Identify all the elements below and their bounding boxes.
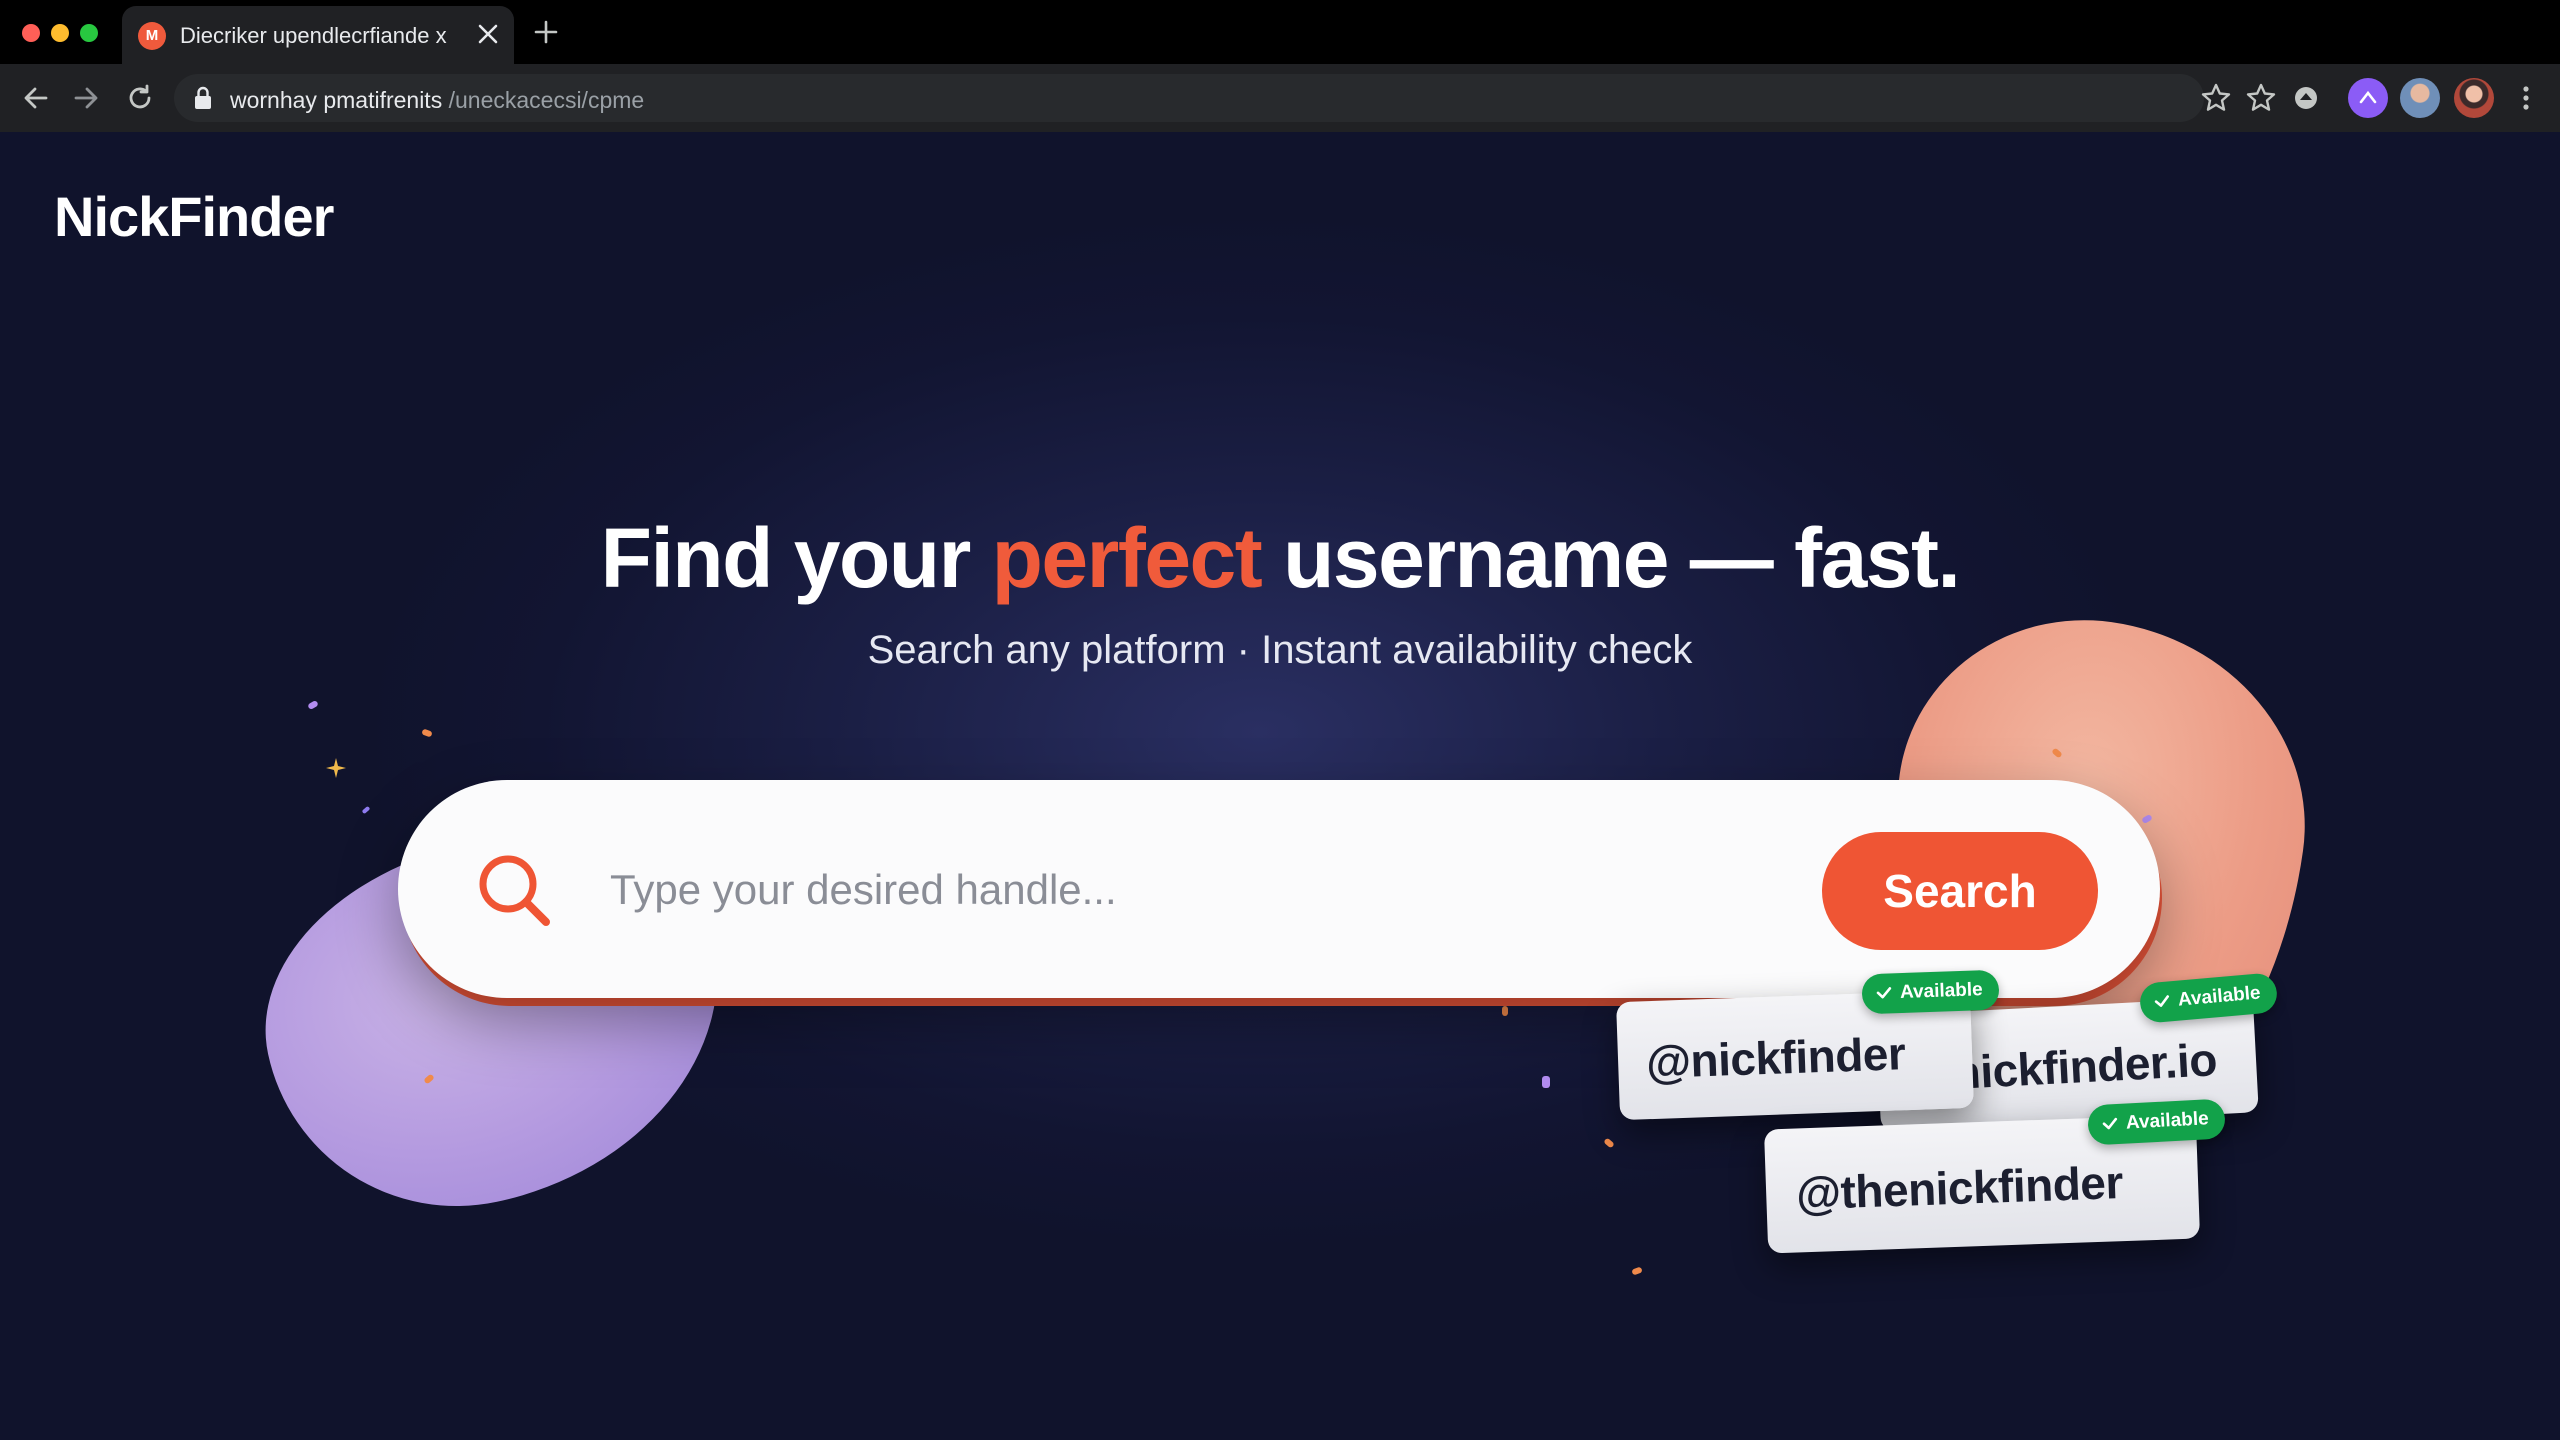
avatar-secondary[interactable]	[2454, 78, 2494, 118]
result-handle: @nickfinder	[1645, 1027, 1907, 1089]
status-badge: Available	[2087, 1098, 2226, 1146]
confetti-piece	[421, 728, 433, 738]
confetti-piece	[361, 805, 371, 815]
confetti-piece	[1631, 1266, 1643, 1276]
status-badge: Available	[1861, 969, 2000, 1015]
browser-toolbar: wornhay pmatifrenits /uneck​acecsi/cpme	[0, 64, 2560, 132]
bookmark-star-icon[interactable]	[2243, 80, 2279, 116]
confetti-piece	[307, 699, 319, 711]
back-arrow-icon[interactable]	[18, 80, 54, 116]
headline-accent: perfect	[991, 511, 1263, 605]
url-text: wornhay pmatifrenits /uneck​acecsi/cpme	[230, 87, 644, 114]
status-text: Available	[2177, 982, 2262, 1011]
check-icon	[1876, 987, 1892, 999]
search-input[interactable]	[610, 842, 1690, 938]
active-tab[interactable]: M Diecriker upendlecrfiande x	[122, 6, 514, 64]
profile-extension-icon[interactable]	[2348, 78, 2388, 118]
search-icon	[479, 855, 550, 926]
close-window-button[interactable]	[22, 24, 40, 42]
minimize-window-button[interactable]	[51, 24, 69, 42]
confetti-piece	[1542, 1076, 1550, 1088]
browser-tab-bar: M Diecriker upendlecrfiande x	[0, 0, 2560, 64]
brand-logo[interactable]: NickFinder	[54, 184, 334, 249]
lock-icon	[195, 86, 211, 109]
status-text: Available	[2125, 1108, 2210, 1134]
headline-part: username — fast.	[1261, 511, 1961, 605]
headline-part: Find your	[600, 511, 992, 605]
result-handle: @thenickfinder	[1795, 1156, 2124, 1220]
address-bar[interactable]: wornhay pmatifrenits /uneck​acecsi/cpme	[174, 74, 2204, 122]
page-content: NickFinder Find your perfect username — …	[0, 132, 2560, 1440]
check-icon	[2154, 995, 2170, 1007]
sparkle-icon	[326, 758, 346, 778]
avatar[interactable]	[2400, 78, 2440, 118]
tab-title: Diecriker upendlecrfiande x	[180, 23, 447, 48]
search-bar: Search	[398, 780, 2160, 998]
maximize-window-button[interactable]	[80, 24, 98, 42]
check-icon	[2102, 1117, 2118, 1130]
star-icon[interactable]	[2198, 80, 2234, 116]
subtitle: Search any platform · Instant availabili…	[867, 628, 1693, 672]
close-icon[interactable]	[470, 16, 506, 52]
plus-icon[interactable]	[530, 16, 562, 48]
confetti-piece	[1502, 1006, 1508, 1016]
page-title: Find your perfect username — fast.	[0, 510, 2560, 607]
reload-icon[interactable]	[122, 80, 158, 116]
status-text: Available	[1899, 979, 1984, 1004]
extension-icon[interactable]	[2288, 80, 2324, 116]
tab-favicon-icon: M	[138, 22, 166, 50]
search-button[interactable]: Search	[1822, 832, 2098, 950]
menu-dots-icon[interactable]	[2508, 80, 2544, 116]
confetti-piece	[1603, 1137, 1615, 1149]
forward-arrow-icon[interactable]	[68, 80, 104, 116]
url-path: /uneck​acecsi/cpme	[442, 87, 645, 113]
url-host: wornhay pmatifrenits	[230, 87, 443, 113]
